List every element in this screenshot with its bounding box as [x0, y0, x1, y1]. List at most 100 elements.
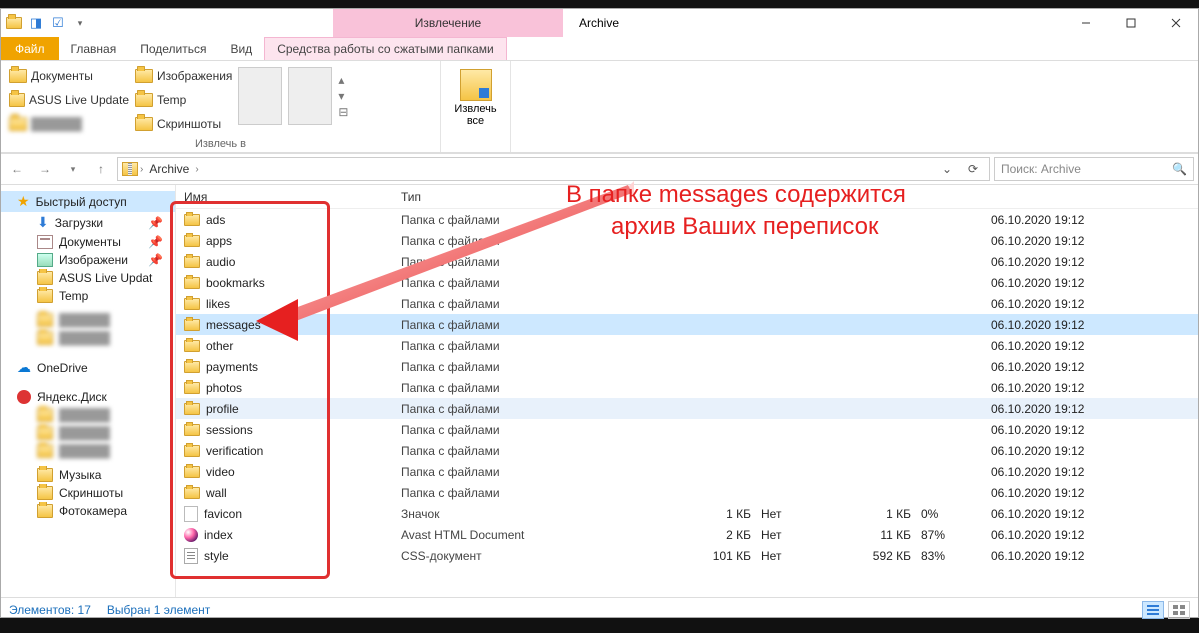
extract-all-button[interactable]: Извлечь все — [449, 65, 502, 131]
file-row-video[interactable]: videoПапка с файлами06.10.2020 19:12 — [176, 461, 1198, 482]
file-row-bookmarks[interactable]: bookmarksПапка с файлами06.10.2020 19:12 — [176, 272, 1198, 293]
navigation-pane: ★ Быстрый доступ ⬇Загрузки📌Документы📌Изо… — [1, 185, 176, 597]
pin-icon: 📌 — [148, 216, 169, 230]
nav-yandex-disk[interactable]: Яндекс.Диск — [1, 388, 175, 406]
nav-onedrive[interactable]: ☁OneDrive — [1, 357, 175, 378]
column-headers: Имя Тип — [176, 185, 1198, 209]
dest-asus[interactable]: ASUS Live Update — [9, 89, 129, 111]
file-row-payments[interactable]: paymentsПапка с файлами06.10.2020 19:12 — [176, 356, 1198, 377]
folder-icon — [184, 361, 200, 373]
title-bar: ◨ ☑ ▾ Извлечение Archive — [1, 9, 1198, 37]
nav-history-chevron-icon[interactable]: ▾ — [61, 157, 85, 181]
folder-icon — [37, 468, 53, 482]
file-row-sessions[interactable]: sessionsПапка с файлами06.10.2020 19:12 — [176, 419, 1198, 440]
tab-compressed-tools[interactable]: Средства работы со сжатыми папками — [264, 37, 507, 60]
nav-quick-access[interactable]: ★ Быстрый доступ — [1, 191, 175, 212]
file-row-audio[interactable]: audioПапка с файлами06.10.2020 19:12 — [176, 251, 1198, 272]
dest-temp[interactable]: Temp — [135, 89, 232, 111]
dest-thumb[interactable] — [288, 67, 332, 125]
folder-icon — [37, 504, 53, 518]
zip-icon — [122, 162, 138, 176]
nav-item-temp[interactable]: Temp — [1, 287, 175, 305]
status-bar: Элементов: 17 Выбран 1 элемент — [1, 597, 1198, 621]
tab-share[interactable]: Поделиться — [128, 37, 218, 60]
qat-newfolder-icon[interactable]: ☑ — [49, 14, 67, 32]
nav-blurred-item[interactable]: ██████ — [1, 406, 175, 424]
star-icon: ★ — [17, 193, 30, 210]
nav-item-Музыка[interactable]: Музыка — [1, 466, 175, 484]
tab-home[interactable]: Главная — [59, 37, 129, 60]
col-header-name[interactable]: Имя — [176, 190, 401, 204]
refresh-icon[interactable]: ⟳ — [961, 157, 985, 181]
address-bar[interactable]: › Archive › ⌄ ⟳ — [117, 157, 990, 181]
ribbon-group-extract-all: Извлечь все — [441, 61, 511, 152]
pin-icon: 📌 — [148, 253, 169, 267]
folder-icon — [184, 319, 200, 331]
maximize-button[interactable] — [1108, 9, 1153, 37]
tab-file[interactable]: Файл — [1, 37, 59, 60]
file-row-apps[interactable]: appsПапка с файлами06.10.2020 19:12 — [176, 230, 1198, 251]
nav-item-asus live updat[interactable]: ASUS Live Updat — [1, 269, 175, 287]
folder-icon — [37, 289, 53, 303]
folder-icon — [184, 466, 200, 478]
file-row-photos[interactable]: photosПапка с файлами06.10.2020 19:12 — [176, 377, 1198, 398]
file-row-style[interactable]: styleCSS-документ101 КБНет592 КБ83%06.10… — [176, 545, 1198, 566]
dest-scroll-up-icon[interactable]: ▴ — [338, 73, 348, 87]
col-header-type[interactable]: Тип — [401, 190, 671, 204]
file-row-index[interactable]: indexAvast HTML Document2 КБНет11 КБ87%0… — [176, 524, 1198, 545]
nav-blurred-item[interactable]: ██████ — [1, 442, 175, 460]
cloud-icon: ☁ — [17, 359, 31, 376]
nav-forward-button[interactable]: → — [33, 157, 57, 181]
nav-up-button[interactable]: ↑ — [89, 157, 113, 181]
file-list: Имя Тип adsПапка с файлами06.10.2020 19:… — [176, 185, 1198, 597]
dest-images[interactable]: Изображения — [135, 65, 232, 87]
chevron-right-icon[interactable]: › — [140, 164, 143, 175]
search-input[interactable]: Поиск: Archive 🔍 — [994, 157, 1194, 181]
nav-bar: ← → ▾ ↑ › Archive › ⌄ ⟳ Поиск: Archive 🔍 — [1, 153, 1198, 185]
qat-menu-chevron-icon[interactable]: ▾ — [71, 14, 89, 32]
nav-item-документы[interactable]: Документы📌 — [1, 233, 175, 251]
file-row-favicon[interactable]: faviconЗначок1 КБНет1 КБ0%06.10.2020 19:… — [176, 503, 1198, 524]
dest-screenshots[interactable]: Скриншоты — [135, 113, 232, 135]
explorer-window: ◨ ☑ ▾ Извлечение Archive Файл Главная По… — [0, 8, 1199, 618]
breadcrumb-archive[interactable]: Archive — [145, 162, 193, 176]
nav-blurred-item[interactable]: ██████ — [1, 424, 175, 442]
nav-blurred-item[interactable]: ██████ — [1, 329, 175, 347]
document-icon — [37, 235, 53, 249]
file-row-ads[interactable]: adsПапка с файлами06.10.2020 19:12 — [176, 209, 1198, 230]
file-row-wall[interactable]: wallПапка с файлами06.10.2020 19:12 — [176, 482, 1198, 503]
status-count: Элементов: 17 — [9, 603, 91, 617]
ribbon-group-extract-to: Документы ASUS Live Update ██████ Изобра… — [1, 61, 441, 152]
folder-icon — [184, 382, 200, 394]
nav-item-загрузки[interactable]: ⬇Загрузки📌 — [1, 212, 175, 233]
nav-item-Фотокамера[interactable]: Фотокамера — [1, 502, 175, 520]
folder-icon — [37, 271, 53, 285]
minimize-button[interactable] — [1063, 9, 1108, 37]
dest-scroll-down-icon[interactable]: ▾ — [338, 89, 348, 103]
dest-more-icon[interactable]: ⊟ — [338, 105, 348, 119]
folder-icon — [184, 403, 200, 415]
file-row-other[interactable]: otherПапка с файлами06.10.2020 19:12 — [176, 335, 1198, 356]
tab-view[interactable]: Вид — [218, 37, 264, 60]
file-row-messages[interactable]: messagesПапка с файлами06.10.2020 19:12 — [176, 314, 1198, 335]
nav-back-button[interactable]: ← — [5, 157, 29, 181]
address-dropdown-icon[interactable]: ⌄ — [935, 157, 959, 181]
dest-thumb[interactable] — [238, 67, 282, 125]
file-row-profile[interactable]: profileПапка с файлами06.10.2020 19:12 — [176, 398, 1198, 419]
qat-properties-icon[interactable]: ◨ — [27, 14, 45, 32]
nav-item-изображени[interactable]: Изображени📌 — [1, 251, 175, 269]
dest-documents[interactable]: Документы — [9, 65, 129, 87]
file-row-verification[interactable]: verificationПапка с файлами06.10.2020 19… — [176, 440, 1198, 461]
file-icon — [184, 506, 198, 522]
nav-item-Скриншоты[interactable]: Скриншоты — [1, 484, 175, 502]
ribbon-body: Документы ASUS Live Update ██████ Изобра… — [1, 61, 1198, 153]
file-row-likes[interactable]: likesПапка с файлами06.10.2020 19:12 — [176, 293, 1198, 314]
folder-icon — [184, 298, 200, 310]
dest-blurred[interactable]: ██████ — [9, 113, 129, 135]
chevron-right-icon[interactable]: › — [195, 164, 198, 175]
nav-blurred-item[interactable]: ██████ — [1, 311, 175, 329]
close-button[interactable] — [1153, 9, 1198, 37]
view-icons-button[interactable] — [1168, 601, 1190, 619]
folder-icon — [184, 214, 200, 226]
view-details-button[interactable] — [1142, 601, 1164, 619]
